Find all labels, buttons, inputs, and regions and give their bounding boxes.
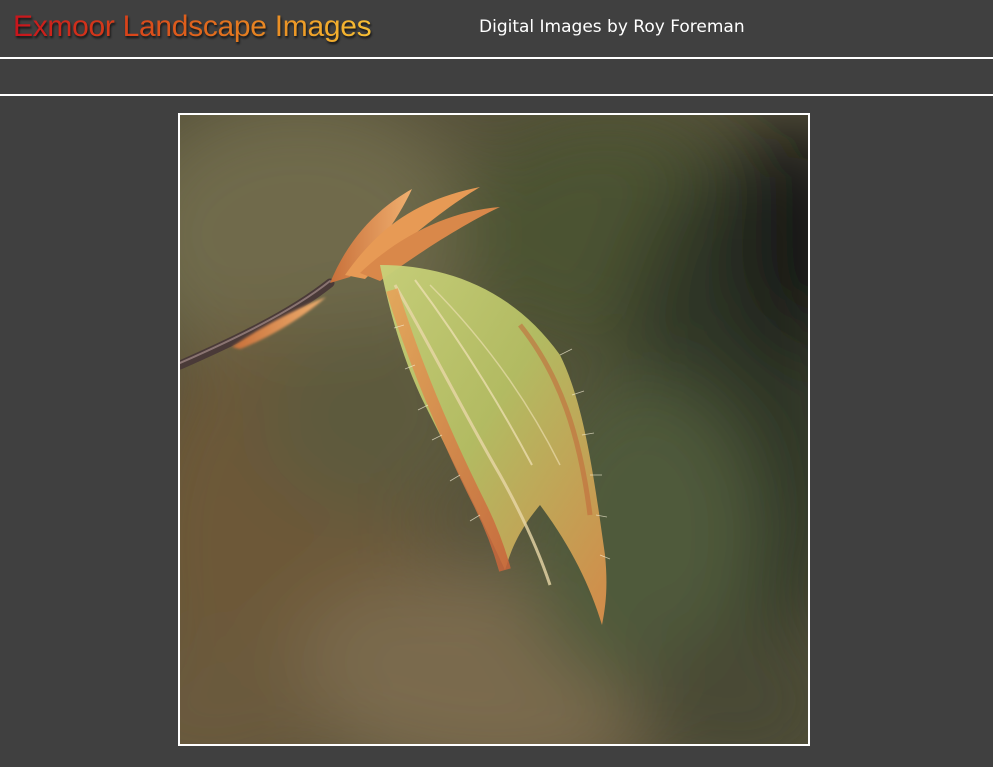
site-subtitle: Digital Images by Roy Foreman: [479, 17, 745, 37]
main-photo[interactable]: [178, 113, 810, 746]
nav-bar: [0, 61, 993, 96]
leaf-bud-photo-icon: [180, 115, 808, 744]
site-header: Exmoor Landscape Images Digital Images b…: [0, 0, 993, 59]
page: Exmoor Landscape Images Digital Images b…: [0, 0, 993, 767]
site-title[interactable]: Exmoor Landscape Images: [13, 9, 372, 45]
